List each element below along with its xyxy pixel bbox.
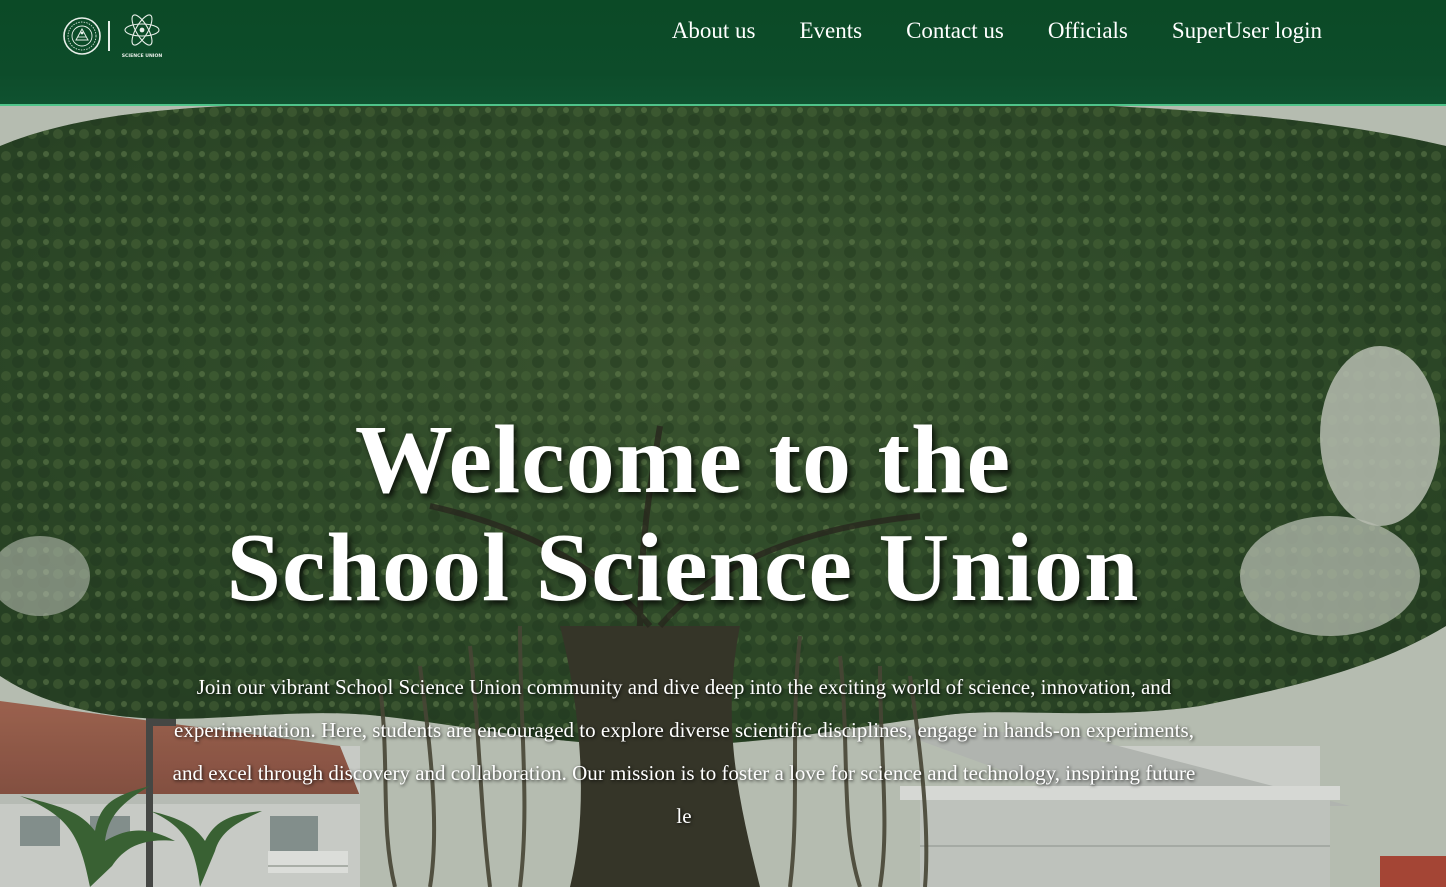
site-header: SCIENCE UNION About us Events Contact us… xyxy=(0,0,1446,106)
nav-about-us[interactable]: About us xyxy=(672,14,756,48)
hero-title-line-2: School Science Union xyxy=(226,514,1140,622)
nav-superuser-login[interactable]: SuperUser login xyxy=(1172,14,1322,48)
main-nav: About us Events Contact us Officials Sup… xyxy=(672,14,1322,48)
nav-events[interactable]: Events xyxy=(799,14,862,48)
hero-title-line-1: Welcome to the xyxy=(354,406,1012,514)
logo-group[interactable]: SCIENCE UNION xyxy=(62,12,166,60)
page: SCIENCE UNION About us Events Contact us… xyxy=(0,0,1446,887)
nav-officials[interactable]: Officials xyxy=(1048,14,1128,48)
science-union-atom-icon: SCIENCE UNION xyxy=(122,14,163,59)
logo-caption: SCIENCE UNION xyxy=(122,53,163,59)
school-seal-icon xyxy=(63,17,101,55)
logo-divider xyxy=(108,21,110,51)
nav-contact-us[interactable]: Contact us xyxy=(906,14,1004,48)
hero-section: Welcome to the School Science Union Join… xyxy=(0,106,1446,887)
hero-description: Join our vibrant School Science Union co… xyxy=(172,675,1196,828)
hero-title: Welcome to the School Science Union xyxy=(0,406,1366,622)
